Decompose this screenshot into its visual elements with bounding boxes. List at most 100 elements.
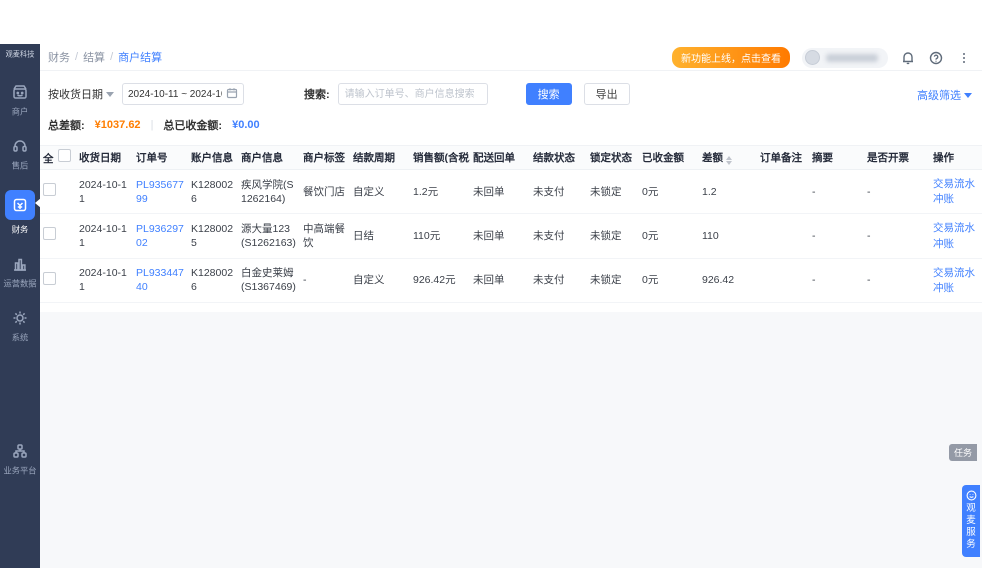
cell-account: K1280026: [188, 169, 238, 215]
cell-invoiced: -: [864, 258, 930, 304]
user-account-pill[interactable]: [802, 47, 888, 68]
cell-tag: -: [300, 258, 350, 304]
export-button[interactable]: 导出: [583, 83, 630, 105]
table-row: 2024-10-11 PL93629702 K1280025 源大量123(S1262…: [40, 213, 982, 259]
row-checkbox[interactable]: [43, 227, 56, 241]
action-link[interactable]: 交易流水: [933, 177, 979, 191]
cell-actions: 交易流水 冲账: [930, 258, 982, 304]
sidebar-item-label: 系统: [11, 333, 29, 343]
order-number-link[interactable]: PL93344740: [136, 267, 184, 293]
cell-actions: 交易流水 冲账: [930, 169, 982, 215]
customer-service-ribbon[interactable]: 观麦服务: [962, 485, 980, 557]
cell-diff: 1.2: [699, 169, 757, 215]
breadcrumb-item[interactable]: 财务: [48, 49, 70, 65]
divider: |: [150, 119, 154, 131]
sidebar-item-system[interactable]: 系统: [0, 304, 40, 350]
sidebar: 观麦科技 商户 售后 财务 运营数据 系统 业务平台: [0, 44, 41, 568]
col-order-no: 订单号: [133, 145, 188, 170]
total-diff-value: ¥1037.62: [94, 119, 141, 131]
date-range-picker[interactable]: [122, 83, 244, 105]
cell-received: 0元: [639, 213, 699, 259]
advanced-filter-toggle[interactable]: 高级筛选: [917, 87, 972, 103]
cell-invoiced: -: [864, 213, 930, 259]
settlement-table: 全 收货日期 订单号 账户信息 商户信息 商户标签 结款周期 销售额(含税, 元…: [40, 145, 982, 304]
breadcrumb-separator: /: [75, 51, 79, 63]
top-bar: 财务 / 结算 / 商户结算 新功能上线，点击查看: [40, 44, 982, 71]
action-link[interactable]: 交易流水: [933, 221, 979, 235]
total-diff-label: 总差额:: [48, 120, 85, 132]
order-number-link[interactable]: PL93567799: [136, 179, 184, 205]
cell-invoiced: -: [864, 169, 930, 215]
chevron-down-icon: [964, 93, 972, 98]
search-input[interactable]: [337, 83, 488, 105]
breadcrumb-item-current: 商户结算: [118, 52, 163, 64]
cell-actions: 交易流水 冲账: [930, 213, 982, 259]
date-type-select[interactable]: 按收货日期: [48, 86, 114, 102]
main-content: 财务 / 结算 / 商户结算 新功能上线，点击查看 按收货日期 2024-10-…: [40, 44, 982, 568]
date-range-input[interactable]: [128, 88, 222, 100]
user-name-redacted: [826, 53, 878, 62]
finance-icon: [10, 195, 30, 215]
sidebar-item-operations-data[interactable]: 运营数据: [0, 250, 40, 296]
action-link[interactable]: 冲账: [933, 237, 979, 251]
cell-diff: 926.42: [699, 258, 757, 304]
sidebar-item-finance[interactable]: 财务: [0, 186, 41, 242]
help-icon[interactable]: [928, 50, 944, 66]
cell-lock-status: 未锁定: [587, 213, 639, 259]
order-number-link[interactable]: PL93629702: [136, 223, 184, 249]
col-receive-date: 收货日期: [76, 145, 133, 170]
cell-received: 0元: [639, 258, 699, 304]
cell-lock-status: 未锁定: [587, 258, 639, 304]
cell-receipt: 未回单: [470, 213, 530, 259]
cell-merchant: 源大量123(S1262163): [238, 213, 300, 259]
col-summary: 摘要: [809, 145, 864, 170]
action-link[interactable]: 冲账: [933, 192, 979, 206]
col-lock-status: 锁定状态: [587, 145, 639, 170]
org-chart-icon: [10, 441, 30, 461]
search-label: 搜索:: [304, 89, 330, 101]
col-merchant-tag: 商户标签: [300, 145, 350, 170]
content-background: [40, 312, 982, 568]
col-settle-cycle: 结款周期: [350, 145, 410, 170]
chevron-down-icon: [106, 92, 114, 97]
notification-icon[interactable]: [900, 50, 916, 66]
cell-date: 2024-10-11: [76, 169, 133, 215]
active-item-arrow: [35, 198, 41, 208]
col-diff[interactable]: 差额: [699, 145, 757, 170]
breadcrumb-separator: /: [110, 51, 114, 63]
select-all-checkbox[interactable]: [57, 149, 71, 162]
action-link[interactable]: 冲账: [933, 281, 979, 295]
cell-account: K1280026: [188, 258, 238, 304]
table-body: 2024-10-11 PL93567799 K1280026 疾风学院(S126216…: [40, 169, 982, 304]
cell-cycle: 自定义: [350, 169, 410, 215]
row-checkbox[interactable]: [43, 183, 56, 197]
cell-sales: 110元: [410, 213, 470, 259]
breadcrumb-item[interactable]: 结算: [83, 49, 105, 65]
brand-logo: 观麦科技: [5, 50, 35, 59]
cell-remark: [757, 169, 809, 215]
more-menu-icon[interactable]: [956, 50, 972, 66]
cell-merchant: 白金史莱姆(S1367469): [238, 258, 300, 304]
cell-receipt: 未回单: [470, 169, 530, 215]
cell-summary: -: [809, 258, 864, 304]
new-feature-badge[interactable]: 新功能上线，点击查看: [672, 47, 790, 68]
sidebar-item-business-platform[interactable]: 业务平台: [0, 437, 40, 483]
advanced-filter-label: 高级筛选: [917, 90, 961, 102]
search-button[interactable]: 搜索: [525, 83, 572, 105]
table-row: 2024-10-11 PL93344740 K1280026 白金史莱姆(S13674…: [40, 258, 982, 304]
total-received-value: ¥0.00: [232, 119, 260, 131]
action-link[interactable]: 交易流水: [933, 266, 979, 280]
sidebar-item-merchant[interactable]: 商户: [0, 78, 40, 124]
cell-date: 2024-10-11: [76, 213, 133, 259]
sidebar-item-label: 业务平台: [3, 466, 37, 476]
col-order-remark: 订单备注: [757, 145, 809, 170]
sidebar-item-label: 商户: [11, 107, 29, 117]
task-tag[interactable]: 任务: [948, 444, 977, 461]
smiley-icon: [966, 490, 976, 501]
row-checkbox[interactable]: [43, 271, 56, 285]
cell-summary: -: [809, 169, 864, 215]
sort-icon[interactable]: [726, 156, 732, 165]
breadcrumb: 财务 / 结算 / 商户结算: [48, 49, 162, 65]
total-received-label: 总已收金额:: [163, 120, 223, 132]
sidebar-item-aftersales[interactable]: 售后: [0, 132, 40, 178]
